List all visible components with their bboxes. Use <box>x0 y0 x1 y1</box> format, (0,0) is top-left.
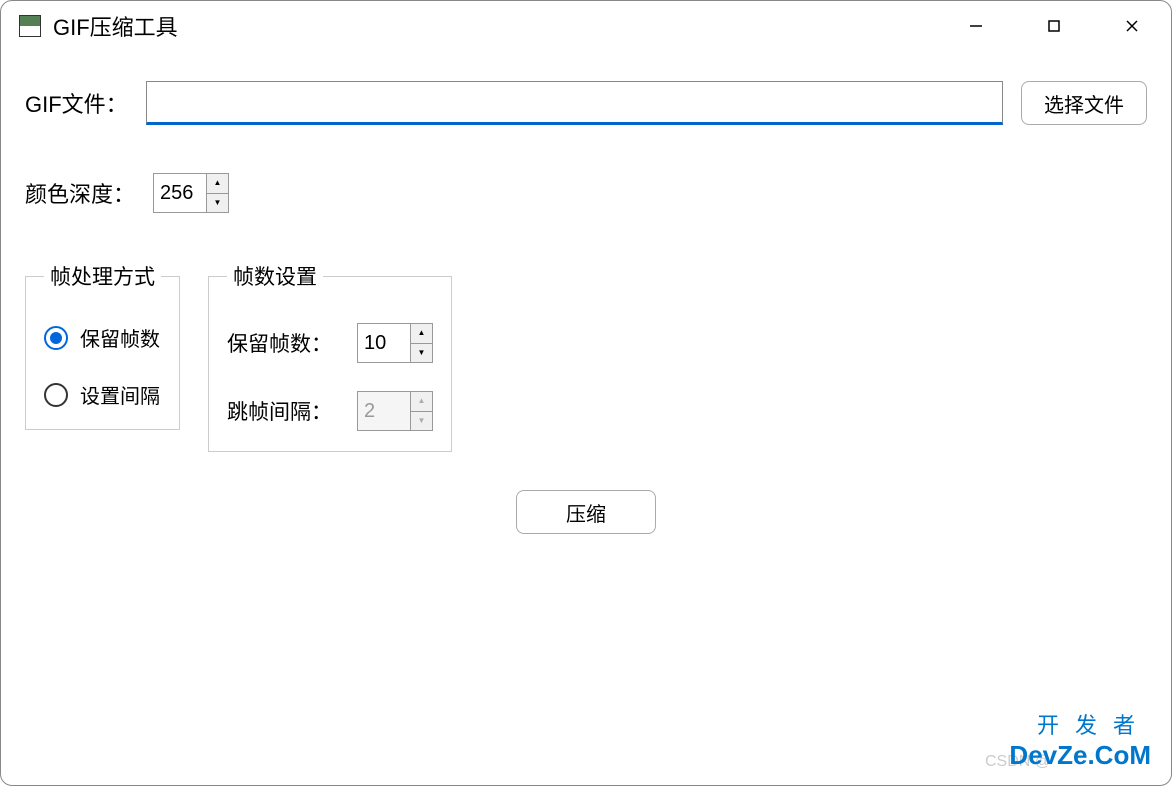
color-depth-input[interactable] <box>154 174 206 212</box>
watermark-line1: 开发者 <box>1009 708 1151 740</box>
close-button[interactable] <box>1093 1 1171 51</box>
maximize-button[interactable] <box>1015 1 1093 51</box>
minimize-button[interactable] <box>937 1 1015 51</box>
keep-frames-spinner: ▲ ▼ <box>357 323 433 363</box>
frame-mode-legend: 帧处理方式 <box>44 261 161 291</box>
app-icon <box>19 15 41 37</box>
watermark-line2: DevZe.CoM <box>1009 740 1151 771</box>
keep-frames-input[interactable] <box>358 324 410 362</box>
app-window: GIF压缩工具 GIF文件： 选择文件 颜色深度： ▲ <box>0 0 1172 786</box>
color-depth-up-button[interactable]: ▲ <box>207 174 228 194</box>
frame-settings-legend: 帧数设置 <box>227 261 323 291</box>
radio-set-interval[interactable]: 设置间隔 <box>44 380 161 409</box>
keep-frames-up-button[interactable]: ▲ <box>411 324 432 344</box>
keep-frames-row: 保留帧数： ▲ ▼ <box>227 323 433 363</box>
radio-icon <box>44 383 68 407</box>
browse-button[interactable]: 选择文件 <box>1021 81 1147 125</box>
titlebar: GIF压缩工具 <box>1 1 1171 51</box>
color-depth-label: 颜色深度： <box>25 177 135 209</box>
compress-button[interactable]: 压缩 <box>516 490 656 534</box>
groups-row: 帧处理方式 保留帧数 设置间隔 帧数设置 保留帧数： <box>25 261 1147 452</box>
file-row: GIF文件： 选择文件 <box>25 81 1147 125</box>
radio-icon <box>44 326 68 350</box>
color-depth-row: 颜色深度： ▲ ▼ <box>25 173 1147 213</box>
keep-frames-down-button[interactable]: ▼ <box>411 344 432 363</box>
skip-interval-input <box>358 392 410 430</box>
frame-mode-group: 帧处理方式 保留帧数 设置间隔 <box>25 261 180 430</box>
spinner-buttons: ▲ ▼ <box>410 324 432 362</box>
file-path-input[interactable] <box>146 81 1003 125</box>
frame-settings-group: 帧数设置 保留帧数： ▲ ▼ 跳帧间隔： <box>208 261 452 452</box>
keep-frames-label: 保留帧数： <box>227 328 337 358</box>
window-title: GIF压缩工具 <box>53 10 178 42</box>
spinner-buttons: ▲ ▼ <box>206 174 228 212</box>
color-depth-down-button[interactable]: ▼ <box>207 194 228 213</box>
skip-interval-label: 跳帧间隔： <box>227 396 337 426</box>
devze-watermark: 开发者 DevZe.CoM <box>1009 708 1151 771</box>
radio-dot-icon <box>50 332 62 344</box>
frame-settings-list: 保留帧数： ▲ ▼ 跳帧间隔： <box>227 315 433 431</box>
color-depth-spinner: ▲ ▼ <box>153 173 229 213</box>
maximize-icon <box>1046 18 1062 34</box>
window-controls <box>937 1 1171 51</box>
spinner-buttons: ▲ ▼ <box>410 392 432 430</box>
radio-label: 设置间隔 <box>80 380 160 409</box>
skip-interval-row: 跳帧间隔： ▲ ▼ <box>227 391 433 431</box>
compress-row: 压缩 <box>25 490 1147 534</box>
skip-interval-spinner: ▲ ▼ <box>357 391 433 431</box>
skip-interval-down-button: ▼ <box>411 412 432 431</box>
radio-keep-frames[interactable]: 保留帧数 <box>44 323 161 352</box>
minimize-icon <box>968 18 984 34</box>
file-label: GIF文件： <box>25 87 128 119</box>
skip-interval-up-button: ▲ <box>411 392 432 412</box>
close-icon <box>1124 18 1140 34</box>
radio-label: 保留帧数 <box>80 323 160 352</box>
content-area: GIF文件： 选择文件 颜色深度： ▲ ▼ 帧处理方式 保留帧数 <box>1 51 1171 564</box>
csdn-watermark: CSDN @ <box>985 753 1051 771</box>
radio-group: 保留帧数 设置间隔 <box>44 315 161 409</box>
